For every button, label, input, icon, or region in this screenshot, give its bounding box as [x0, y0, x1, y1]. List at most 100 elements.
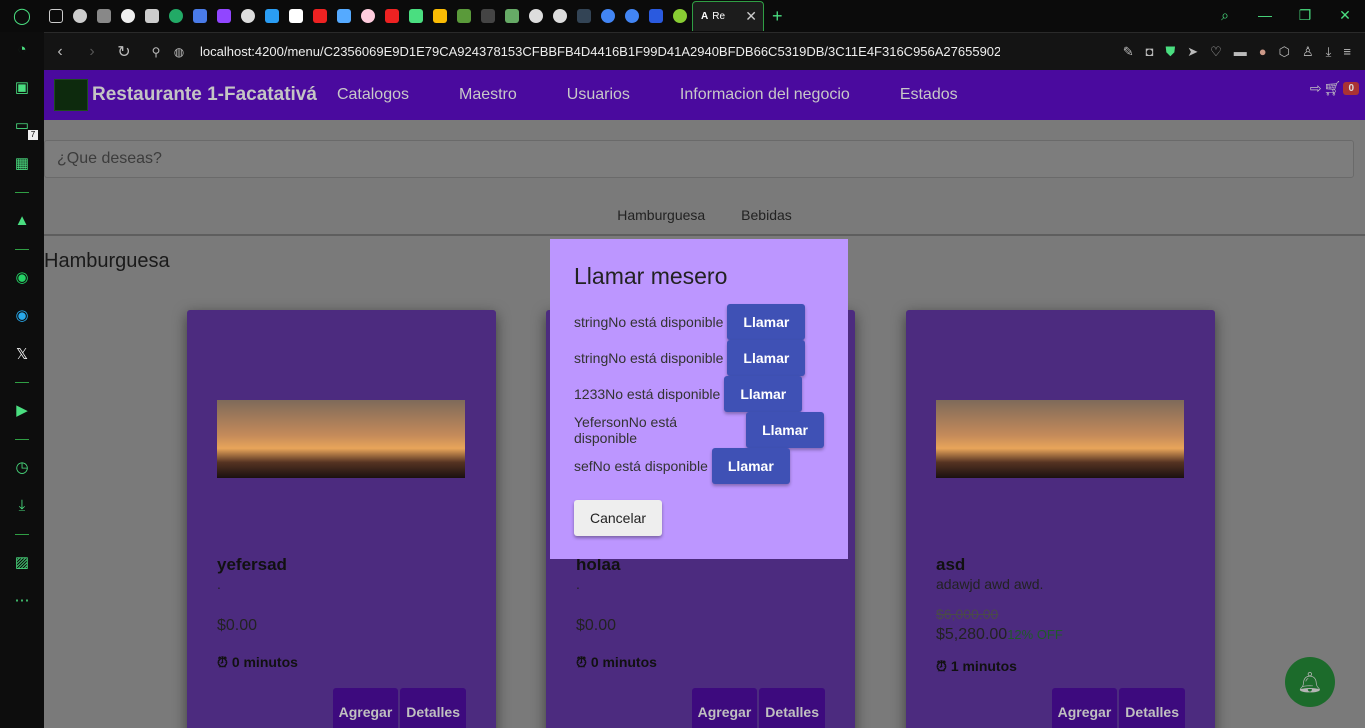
translate-icon: [193, 9, 207, 23]
tab-9[interactable]: [356, 1, 380, 31]
cookie-icon[interactable]: ●: [1259, 44, 1267, 60]
send-icon[interactable]: ➤: [1187, 44, 1198, 60]
favicon-icon: [673, 9, 687, 23]
reload-icon[interactable]: ↻: [108, 42, 140, 62]
tab-node[interactable]: [500, 1, 524, 31]
tab-google-2[interactable]: [620, 1, 644, 31]
tab-13[interactable]: [548, 1, 572, 31]
download-icon[interactable]: ⤓: [1326, 44, 1332, 60]
favicon-icon: [337, 9, 351, 23]
call-button[interactable]: Llamar: [746, 412, 824, 448]
youtube-icon: [385, 9, 399, 23]
tab-8[interactable]: [332, 1, 356, 31]
call-waiter-dialog: Llamar mesero stringNo está disponible L…: [550, 239, 848, 559]
tab-twitch[interactable]: [212, 1, 236, 31]
close-window-icon[interactable]: ✕: [1325, 0, 1365, 30]
tab-youtube[interactable]: [308, 1, 332, 31]
tab-14[interactable]: [572, 1, 596, 31]
cube-icon[interactable]: ⬡: [1279, 44, 1290, 60]
tab-translate[interactable]: [188, 1, 212, 31]
tab-shopify[interactable]: [452, 1, 476, 31]
tab-github[interactable]: [116, 1, 140, 31]
github-icon: [121, 9, 135, 23]
tab-drive[interactable]: [428, 1, 452, 31]
tab-youtube-2[interactable]: [380, 1, 404, 31]
tab-1[interactable]: [68, 1, 92, 31]
shield-icon[interactable]: ⛊: [1165, 44, 1175, 60]
tab-12[interactable]: [524, 1, 548, 31]
history-icon[interactable]: ◷: [12, 458, 32, 478]
favicon-icon: [73, 9, 87, 23]
bag-icon[interactable]: ▣: [12, 78, 32, 98]
aria-icon[interactable]: ▲: [12, 211, 32, 231]
gallery-icon[interactable]: ▨: [12, 553, 32, 573]
telegram-icon[interactable]: ◉: [12, 306, 32, 326]
extension-icon[interactable]: ▬: [1234, 44, 1247, 60]
active-tab-title: Re: [712, 11, 726, 22]
tab-active[interactable]: A Re ✕: [692, 1, 764, 31]
call-button[interactable]: Llamar: [711, 448, 790, 484]
shopify-icon: [457, 9, 471, 23]
terminal-icon: [649, 9, 663, 23]
opera-menu-icon[interactable]: ◯: [0, 1, 44, 31]
favicon-icon: [145, 9, 159, 23]
favicon-icon: [409, 9, 423, 23]
whatsapp-icon[interactable]: ◉: [12, 268, 32, 288]
player-icon[interactable]: ▶: [12, 401, 32, 421]
tab-7[interactable]: [284, 1, 308, 31]
profile-icon[interactable]: ♙: [1302, 44, 1314, 60]
waiter-row: 1233No está disponible Llamar: [574, 376, 824, 412]
waiter-row: YefersonNo está disponible Llamar: [574, 412, 824, 448]
notification-count: 7: [28, 130, 38, 140]
favicon-icon: [481, 9, 495, 23]
window-controls: ⌕ — ❐ ✕: [1205, 0, 1365, 30]
favicon-icon: [529, 9, 543, 23]
tab-5[interactable]: [236, 1, 260, 31]
call-button[interactable]: Llamar: [727, 304, 806, 340]
restore-icon[interactable]: ❐: [1285, 0, 1325, 30]
twitch-icon[interactable]: ▭ 7: [12, 116, 38, 140]
favicon-icon: [169, 9, 183, 23]
back-icon[interactable]: ‹: [44, 43, 76, 61]
divider: [15, 439, 29, 440]
favicon-icon: [577, 9, 591, 23]
more-icon[interactable]: ⋯: [12, 591, 32, 611]
menu-icon[interactable]: ≡: [1343, 44, 1351, 60]
tab-11[interactable]: [476, 1, 500, 31]
waiter-status: YefersonNo está disponible: [574, 414, 677, 446]
url-field[interactable]: localhost:4200/menu/C2356069E9D1E79CA924…: [200, 44, 1000, 59]
tab-4[interactable]: [164, 1, 188, 31]
favicon-icon: [289, 9, 303, 23]
search-tabs-icon[interactable]: ⌕: [1205, 0, 1245, 30]
minimize-icon[interactable]: —: [1245, 0, 1285, 30]
forward-icon[interactable]: ›: [76, 43, 108, 61]
tab-6[interactable]: [260, 1, 284, 31]
tab-gamepad[interactable]: [44, 1, 68, 31]
waiter-row: stringNo está disponible Llamar: [574, 340, 824, 376]
call-button[interactable]: Llamar: [727, 340, 806, 376]
favicon-icon: [97, 9, 111, 23]
tab-3[interactable]: [140, 1, 164, 31]
tab-2[interactable]: [92, 1, 116, 31]
cancel-button[interactable]: Cancelar: [574, 500, 663, 536]
waiter-status: stringNo está disponible: [574, 314, 724, 330]
tab-10[interactable]: [404, 1, 428, 31]
speed-dial-icon[interactable]: ◔: [12, 40, 32, 60]
toolbar-icons: ✎ ◘ ⛊ ➤ ♡ ▬ ● ⬡ ♙ ⤓ ≡: [1123, 44, 1351, 60]
close-tab-icon[interactable]: ✕: [745, 8, 757, 25]
node-icon: [505, 9, 519, 23]
heart-icon[interactable]: ♡: [1210, 44, 1222, 60]
downloads-icon[interactable]: ⤓: [12, 496, 32, 516]
tab-google[interactable]: [596, 1, 620, 31]
new-tab-icon[interactable]: +: [772, 6, 783, 27]
x-icon[interactable]: 𝕏: [12, 344, 32, 364]
chip-icon[interactable]: ▦: [12, 154, 32, 174]
tab-15[interactable]: [668, 1, 692, 31]
divider: [15, 534, 29, 535]
tab-terminal[interactable]: [644, 1, 668, 31]
camera-icon[interactable]: ◘: [1146, 44, 1154, 60]
gamepad-icon: [49, 9, 63, 23]
call-button[interactable]: Llamar: [724, 376, 803, 412]
edit-icon[interactable]: ✎: [1123, 44, 1134, 60]
address-bar: ‹ › ↻ ⚲ ◍ localhost:4200/menu/C2356069E9…: [44, 32, 1365, 70]
